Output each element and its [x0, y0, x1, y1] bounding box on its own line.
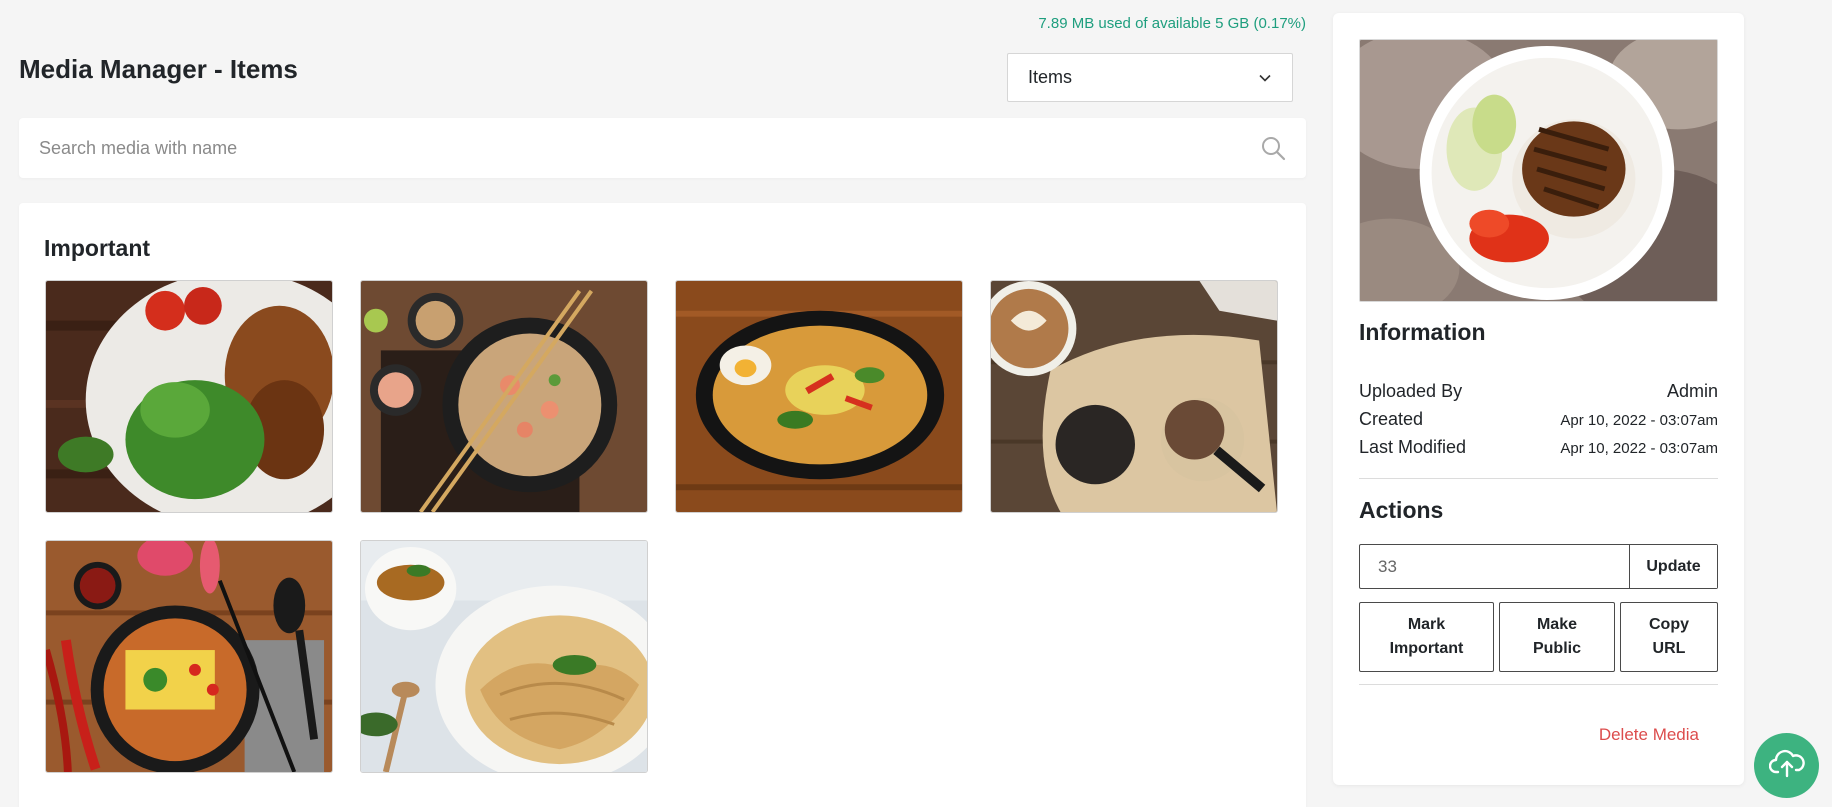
order-input[interactable]	[1360, 545, 1629, 588]
actions-heading: Actions	[1359, 497, 1444, 523]
media-manager-page: 7.89 MB used of available 5 GB (0.17%) M…	[0, 0, 1832, 807]
delete-media-button[interactable]: Delete Media	[1599, 725, 1699, 745]
cloud-upload-icon	[1768, 748, 1805, 783]
media-details-panel: Information Uploaded By Admin Created Ap…	[1333, 13, 1744, 785]
last-modified-label: Last Modified	[1359, 437, 1467, 457]
last-modified-value: Apr 10, 2022 - 03:07am	[1560, 440, 1718, 457]
media-thumbnail[interactable]	[990, 280, 1278, 513]
search-icon[interactable]	[1260, 135, 1286, 161]
section-title-important: Important	[44, 235, 151, 261]
divider	[1359, 478, 1718, 479]
media-thumbnail[interactable]	[45, 540, 333, 773]
created-label: Created	[1359, 409, 1424, 429]
divider	[1359, 684, 1718, 685]
info-row-last-modified: Last Modified Apr 10, 2022 - 03:07am	[1359, 437, 1718, 458]
upload-button[interactable]	[1754, 733, 1819, 798]
created-value: Apr 10, 2022 - 03:07am	[1560, 412, 1718, 429]
media-thumbnail[interactable]	[360, 540, 648, 773]
search-input[interactable]	[39, 137, 1260, 159]
media-thumbnail[interactable]	[45, 280, 333, 513]
storage-usage-text: 7.89 MB used of available 5 GB (0.17%)	[1038, 15, 1306, 32]
information-heading: Information	[1359, 319, 1486, 345]
copy-url-button[interactable]: Copy URL	[1620, 602, 1718, 672]
media-thumbnail[interactable]	[675, 280, 963, 513]
media-gallery: Important	[19, 203, 1306, 807]
uploaded-by-label: Uploaded By	[1359, 381, 1463, 401]
media-preview-image	[1359, 39, 1718, 302]
update-button[interactable]: Update	[1629, 545, 1717, 588]
chevron-down-icon	[1258, 71, 1272, 85]
media-type-select[interactable]: Items	[1007, 53, 1293, 102]
mark-important-button[interactable]: Mark Important	[1359, 602, 1494, 672]
search-bar	[19, 118, 1306, 178]
media-thumbnail[interactable]	[360, 280, 648, 513]
order-input-group: Update	[1359, 544, 1718, 589]
uploaded-by-value: Admin	[1666, 381, 1718, 401]
media-type-selected-value: Items	[1028, 67, 1073, 87]
page-title: Media Manager - Items	[19, 54, 298, 84]
make-public-button[interactable]: Make Public	[1499, 602, 1615, 672]
info-row-created: Created Apr 10, 2022 - 03:07am	[1359, 409, 1718, 430]
info-row-uploaded-by: Uploaded By Admin	[1359, 381, 1718, 402]
